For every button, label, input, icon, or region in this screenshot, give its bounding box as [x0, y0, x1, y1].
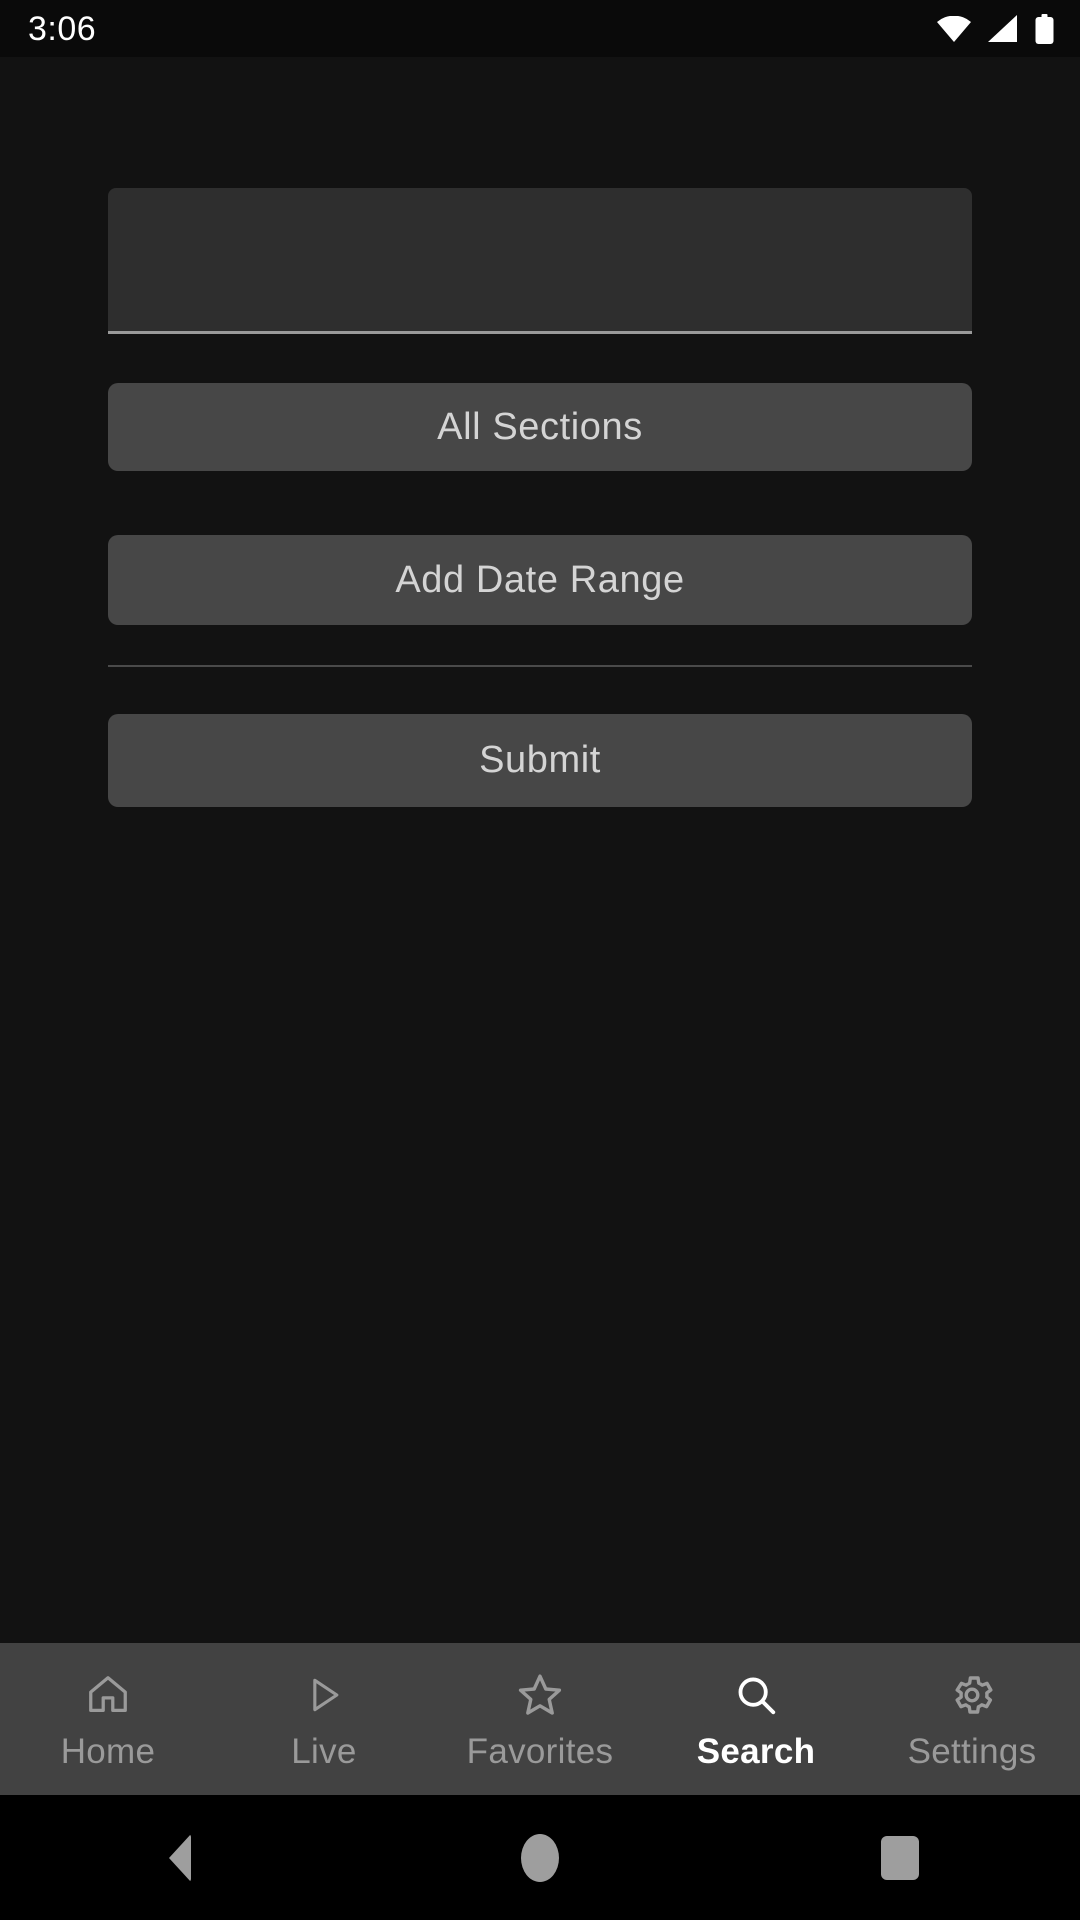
search-icon: [731, 1670, 781, 1720]
system-navigation-bar: [0, 1795, 1080, 1920]
tab-label-search: Search: [696, 1731, 816, 1771]
tab-settings[interactable]: Settings: [864, 1643, 1080, 1795]
tab-label-favorites: Favorites: [466, 1731, 614, 1771]
search-input[interactable]: [124, 281, 956, 319]
home-icon: [83, 1670, 133, 1720]
battery-icon: [1035, 13, 1054, 44]
all-sections-button[interactable]: All Sections: [108, 383, 972, 471]
status-bar-clock: 3:06: [28, 9, 97, 48]
form-divider: [108, 665, 972, 667]
tab-live[interactable]: Live: [216, 1643, 432, 1795]
add-date-range-button[interactable]: Add Date Range: [108, 535, 972, 625]
submit-button[interactable]: Submit: [108, 714, 972, 807]
gear-icon: [947, 1670, 997, 1720]
tab-search[interactable]: Search: [648, 1643, 864, 1795]
status-bar-icons: [937, 13, 1054, 44]
wifi-icon: [937, 15, 971, 42]
bottom-tab-bar: Home Live Favorites Search Settings: [0, 1643, 1080, 1795]
home-circle-icon: [521, 1833, 559, 1882]
search-form: All Sections Add Date Range Submit: [0, 57, 1080, 1643]
status-bar: 3:06: [0, 0, 1080, 57]
star-icon: [515, 1670, 565, 1720]
back-triangle-icon: [169, 1833, 191, 1882]
nav-back-button[interactable]: [100, 1795, 260, 1920]
tab-label-settings: Settings: [907, 1731, 1037, 1771]
search-query-field[interactable]: [108, 188, 972, 334]
app-screen: 3:06 All Sections Add Date Range Submit …: [0, 0, 1080, 1920]
nav-home-button[interactable]: [460, 1795, 620, 1920]
recents-square-icon: [881, 1835, 919, 1880]
play-icon: [299, 1670, 349, 1720]
nav-recents-button[interactable]: [820, 1795, 980, 1920]
tab-home[interactable]: Home: [0, 1643, 216, 1795]
tab-favorites[interactable]: Favorites: [432, 1643, 648, 1795]
cellular-signal-icon: [988, 15, 1018, 42]
tab-label-home: Home: [60, 1731, 156, 1771]
tab-label-live: Live: [291, 1731, 357, 1771]
